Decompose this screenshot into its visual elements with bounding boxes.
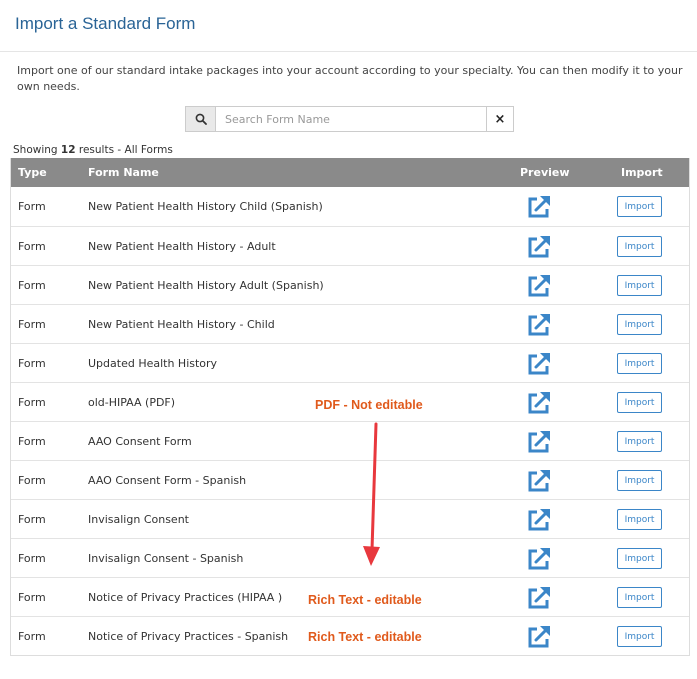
external-link-icon — [528, 470, 550, 492]
cell-form-name: old-HIPAA (PDF) — [88, 396, 176, 409]
preview-button[interactable] — [526, 429, 552, 455]
table-row: Form Invisalign Consent - Spanish Import — [11, 538, 689, 577]
cell-form-name: Notice of Privacy Practices (HIPAA ) — [88, 591, 283, 604]
external-link-icon — [528, 275, 550, 297]
cell-type: Form — [18, 318, 46, 331]
cell-form-name: Invisalign Consent - Spanish — [88, 552, 244, 565]
results-prefix: Showing — [13, 144, 61, 156]
table-row: Form Updated Health History Import — [11, 343, 689, 382]
page-title: Import a Standard Form — [15, 14, 196, 33]
external-link-icon — [528, 587, 550, 609]
annotation-rich-text-editable-2: Rich Text - editable — [308, 630, 422, 644]
cell-form-name: New Patient Health History Child (Spanis… — [88, 200, 323, 213]
external-link-icon — [528, 353, 550, 375]
table-row: Form New Patient Health History - Child Im… — [11, 304, 689, 343]
preview-button[interactable] — [526, 351, 552, 377]
import-button[interactable]: Import — [617, 196, 662, 217]
preview-button[interactable] — [526, 585, 552, 611]
import-button[interactable]: Import — [617, 314, 662, 335]
cell-type: Form — [18, 240, 46, 253]
import-button[interactable]: Import — [617, 548, 662, 569]
preview-button[interactable] — [526, 194, 552, 220]
table-body: Form New Patient Health History Child (Sp… — [11, 187, 689, 655]
import-button[interactable]: Import — [617, 392, 662, 413]
annotation-rich-text-editable-1: Rich Text - editable — [308, 593, 422, 607]
annotation-pdf-not-editable: PDF - Not editable — [315, 398, 423, 412]
import-button[interactable]: Import — [617, 470, 662, 491]
cell-form-name: Updated Health History — [88, 357, 218, 370]
external-link-icon — [528, 196, 550, 218]
header-preview: Preview — [520, 166, 570, 179]
preview-button[interactable] — [526, 468, 552, 494]
clear-search-button[interactable]: × — [486, 107, 513, 131]
cell-type: Form — [18, 279, 46, 292]
table-row: Form New Patient Health History Child (Sp… — [11, 187, 689, 226]
cell-type: Form — [18, 630, 46, 643]
preview-button[interactable] — [526, 390, 552, 416]
cell-type: Form — [18, 591, 46, 604]
import-button[interactable]: Import — [617, 626, 662, 647]
search-bar: × — [185, 106, 514, 132]
cell-form-name: New Patient Health History - Child — [88, 318, 275, 331]
table-row: Form AAO Consent Form - Spanish Import — [11, 460, 689, 499]
import-button[interactable]: Import — [617, 509, 662, 530]
cell-form-name: Notice of Privacy Practices - Spanish — [88, 630, 289, 643]
table-header: Type Form Name Preview Import — [11, 158, 689, 187]
import-button[interactable]: Import — [617, 353, 662, 374]
preview-button[interactable] — [526, 234, 552, 260]
cell-form-name: AAO Consent Form - Spanish — [88, 474, 247, 487]
external-link-icon — [528, 431, 550, 453]
results-suffix: results - All Forms — [75, 144, 173, 156]
search-input[interactable] — [216, 107, 486, 131]
preview-button[interactable] — [526, 273, 552, 299]
cell-type: Form — [18, 357, 46, 370]
cell-type: Form — [18, 435, 46, 448]
table-row: Form New Patient Health History Adult (Sp… — [11, 265, 689, 304]
table-row: Form AAO Consent Form Import — [11, 421, 689, 460]
table-row: Form New Patient Health History - Adult Im… — [11, 226, 689, 265]
results-count: 12 — [60, 144, 76, 156]
cell-form-name: New Patient Health History Adult (Spanis… — [88, 279, 324, 292]
arrow-annotation — [363, 422, 380, 566]
table-row: Form Invisalign Consent Import — [11, 499, 689, 538]
results-summary: Showing 12 results - All Forms — [13, 144, 173, 156]
header-import: Import — [621, 166, 663, 179]
cell-form-name: Invisalign Consent — [88, 513, 189, 526]
cell-type: Form — [18, 513, 46, 526]
search-icon — [195, 113, 207, 125]
cell-type: Form — [18, 396, 46, 409]
import-button[interactable]: Import — [617, 587, 662, 608]
external-link-icon — [528, 236, 550, 258]
cell-type: Form — [18, 552, 46, 565]
external-link-icon — [528, 314, 550, 336]
cell-type: Form — [18, 200, 46, 213]
import-button[interactable]: Import — [617, 275, 662, 296]
close-icon: × — [494, 111, 506, 127]
intro-text: Import one of our standard intake packag… — [17, 64, 683, 93]
cell-form-name: AAO Consent Form — [88, 435, 192, 448]
preview-button[interactable] — [526, 546, 552, 572]
header-form-name: Form Name — [88, 166, 159, 179]
external-link-icon — [528, 392, 550, 414]
cell-form-name: New Patient Health History - Adult — [88, 240, 276, 253]
header-type: Type — [18, 166, 47, 179]
search-button[interactable] — [186, 107, 216, 131]
import-button[interactable]: Import — [617, 236, 662, 257]
external-link-icon — [528, 548, 550, 570]
title-bar: Import a Standard Form — [0, 0, 697, 52]
external-link-icon — [528, 626, 550, 648]
external-link-icon — [528, 509, 550, 531]
preview-button[interactable] — [526, 624, 552, 650]
preview-button[interactable] — [526, 312, 552, 338]
import-button[interactable]: Import — [617, 431, 662, 452]
cell-type: Form — [18, 474, 46, 487]
preview-button[interactable] — [526, 507, 552, 533]
